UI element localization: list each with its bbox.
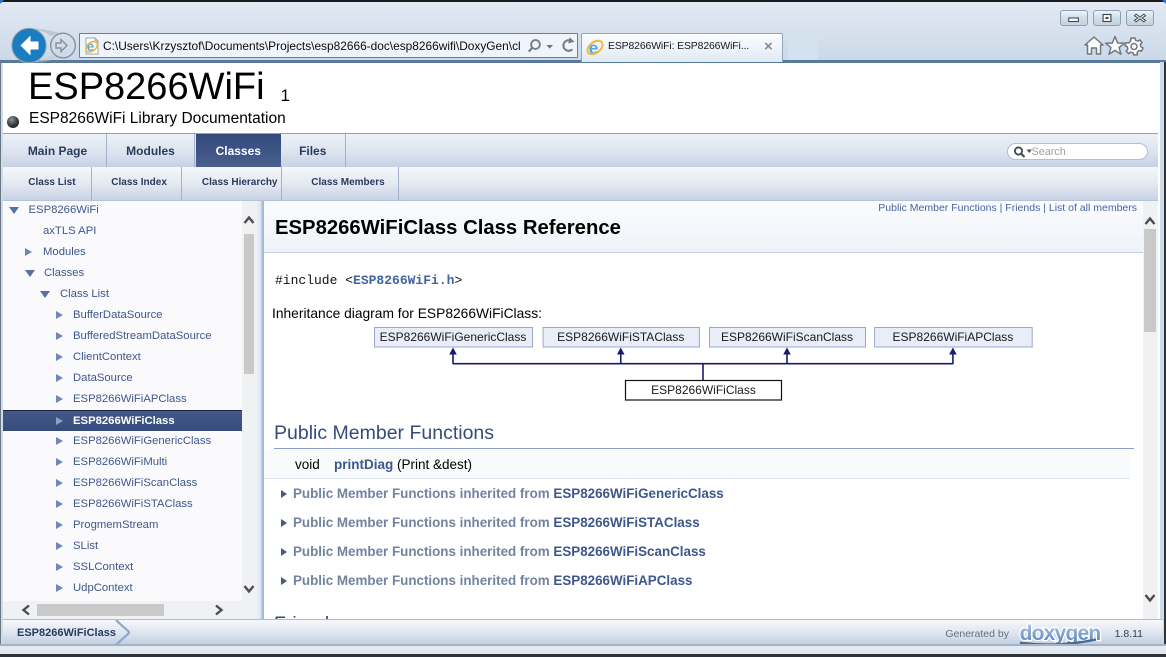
svg-text:ESP8266WiFiScanClass: ESP8266WiFiScanClass bbox=[721, 330, 853, 344]
svg-text:ESP8266WiFiAPClass: ESP8266WiFiAPClass bbox=[893, 330, 1014, 344]
svg-text:ESP8266WiFiGenericClass: ESP8266WiFiGenericClass bbox=[380, 330, 527, 344]
svg-text:ESP8266WiFiSTAClass: ESP8266WiFiSTAClass bbox=[557, 330, 684, 344]
svg-text:ESP8266WiFiClass: ESP8266WiFiClass bbox=[651, 383, 756, 397]
